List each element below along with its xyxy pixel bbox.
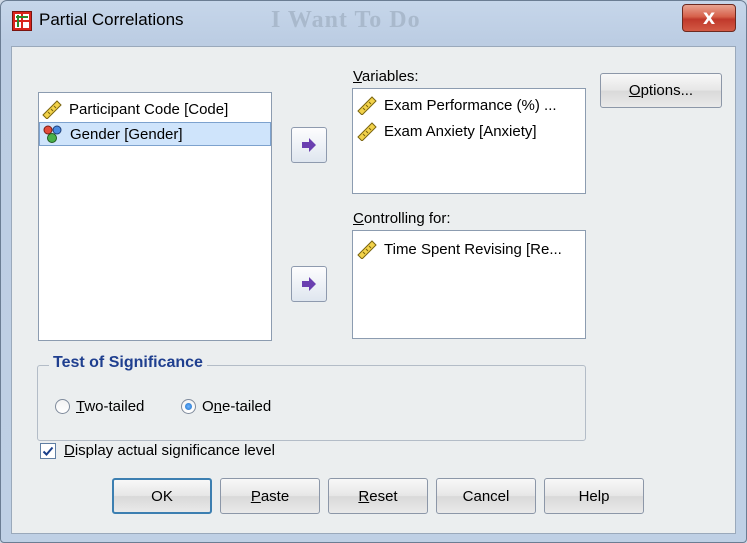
list-item[interactable]: Exam Anxiety [Anxiety] — [356, 119, 537, 143]
radio-selected-dot — [185, 403, 192, 410]
display-actual-significance-label[interactable]: Display actual significance level — [64, 442, 275, 459]
partial-correlations-dialog: Partial Correlations I Want To Do X Part… — [0, 0, 747, 543]
test-of-significance-title: Test of Significance — [49, 354, 207, 372]
ok-button-label: OK — [151, 487, 173, 505]
list-item-label: Time Spent Revising [Re... — [384, 240, 562, 258]
two-tailed-radio[interactable] — [55, 399, 70, 414]
dialog-body: Participant Code [Code] Gender [Gender] — [11, 46, 736, 534]
reset-button-rest: eset — [369, 487, 398, 505]
scale-ruler-icon — [357, 96, 377, 115]
nominal-people-icon — [43, 125, 62, 143]
spss-app-icon — [12, 11, 32, 31]
move-to-variables-button[interactable] — [291, 127, 327, 163]
cancel-button[interactable]: Cancel — [436, 478, 536, 514]
list-item[interactable]: Participant Code [Code] — [39, 97, 273, 121]
scale-ruler-icon — [357, 122, 377, 141]
list-item-label: Participant Code [Code] — [69, 100, 229, 118]
controlling-for-list[interactable]: Time Spent Revising [Re... — [352, 230, 586, 339]
scale-ruler-icon — [357, 240, 377, 259]
scale-ruler-icon — [42, 100, 62, 119]
source-variable-list[interactable]: Participant Code [Code] Gender [Gender] — [38, 92, 272, 341]
controlling-for-label: Controlling for: — [353, 210, 451, 227]
display-actual-significance-checkbox[interactable] — [40, 443, 56, 459]
close-button[interactable]: X — [682, 4, 736, 32]
options-button[interactable]: Options... — [600, 73, 722, 108]
variables-label-rest: ariables: — [361, 68, 419, 85]
list-item[interactable]: Exam Performance (%) ... — [356, 93, 557, 117]
right-arrow-icon — [302, 277, 316, 291]
options-mnemonic: O — [628, 82, 641, 99]
reset-button[interactable]: Reset — [328, 478, 428, 514]
controlling-for-label-rest: ontrolling for: — [363, 210, 451, 227]
paste-button-rest: aste — [260, 487, 290, 505]
right-arrow-icon — [302, 138, 316, 152]
list-item-label: Exam Anxiety [Anxiety] — [384, 122, 537, 140]
list-item-label: Exam Performance (%) ... — [384, 96, 557, 114]
reset-mnemonic: R — [358, 487, 370, 505]
list-item-label: Gender [Gender] — [70, 125, 183, 143]
help-button[interactable]: Help — [544, 478, 644, 514]
cancel-button-label: Cancel — [462, 487, 510, 505]
list-item[interactable]: Time Spent Revising [Re... — [356, 237, 562, 261]
ok-button[interactable]: OK — [112, 478, 212, 514]
one-tailed-radio[interactable] — [181, 399, 196, 414]
background-watermark: I Want To Do — [271, 7, 421, 33]
help-button-label: Help — [578, 487, 610, 505]
move-to-controlling-button[interactable] — [291, 266, 327, 302]
list-item[interactable]: Gender [Gender] — [39, 122, 271, 146]
close-icon: X — [702, 8, 716, 28]
paste-button[interactable]: Paste — [220, 478, 320, 514]
variables-list[interactable]: Exam Performance (%) ... Exam Anxiety [A… — [352, 88, 586, 194]
variables-label: Variables: — [353, 68, 419, 85]
window-title: Partial Correlations — [39, 10, 184, 29]
two-tailed-label[interactable]: Two-tailed — [76, 398, 144, 415]
options-button-rest: ptions... — [640, 82, 694, 99]
one-tailed-label[interactable]: One-tailed — [202, 398, 271, 415]
checkmark-icon — [42, 446, 54, 456]
paste-mnemonic: P — [250, 487, 261, 505]
title-bar[interactable]: Partial Correlations I Want To Do X — [1, 1, 746, 39]
